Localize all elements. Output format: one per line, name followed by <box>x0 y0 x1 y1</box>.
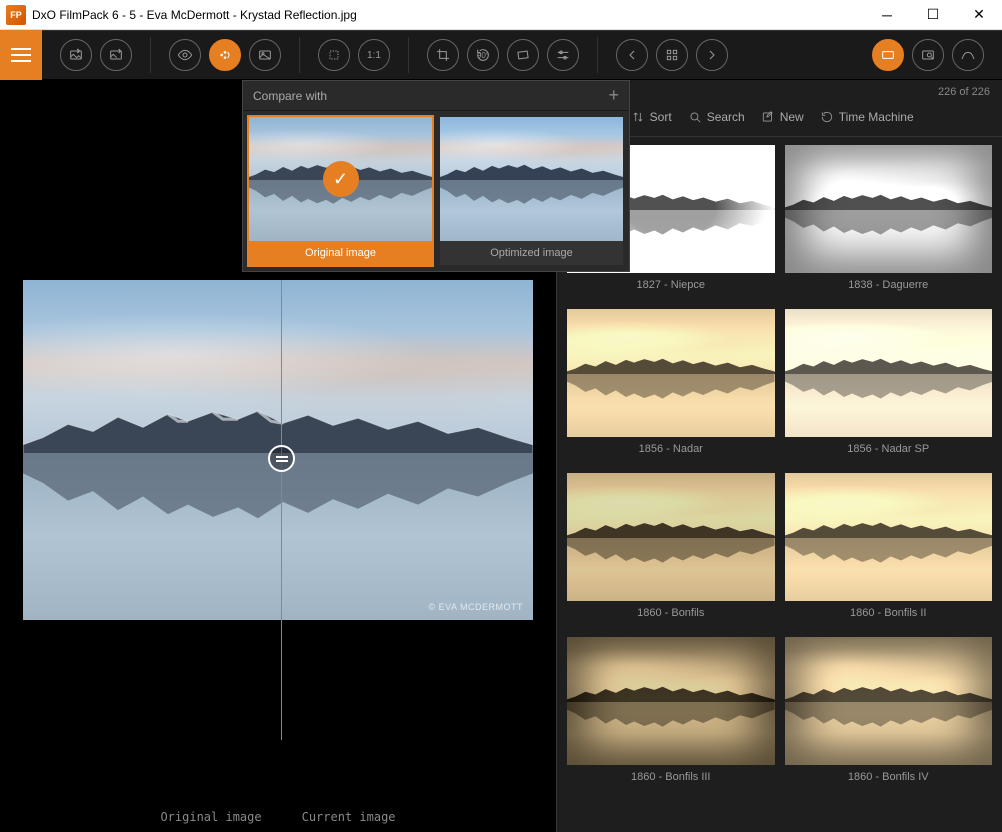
next-button[interactable] <box>696 39 728 71</box>
preset-item[interactable]: 1860 - Bonfils III <box>567 637 775 795</box>
preset-name: 1827 - Niepce <box>567 273 775 303</box>
presets-panel-button[interactable] <box>872 39 904 71</box>
save-image-button[interactable] <box>100 39 132 71</box>
preset-item[interactable]: 1856 - Nadar <box>567 309 775 467</box>
compare-label: Original image <box>249 241 432 265</box>
time-machine-button[interactable]: Time Machine <box>820 110 914 124</box>
preset-item[interactable]: 1860 - Bonfils IV <box>785 637 993 795</box>
compare-button[interactable] <box>209 39 241 71</box>
preset-name: 1860 - Bonfils IV <box>785 765 993 795</box>
check-icon: ✓ <box>323 161 359 197</box>
compare-item-1[interactable]: Optimized image <box>438 115 625 267</box>
preset-item[interactable]: 1838 - Daguerre <box>785 145 993 303</box>
open-image-button[interactable] <box>60 39 92 71</box>
compare-item-0[interactable]: ✓ Original image <box>247 115 434 267</box>
menu-button[interactable] <box>0 30 42 80</box>
zoom-11-button[interactable]: 1:1 <box>358 39 390 71</box>
toolbar: 1:1 90° <box>0 30 1002 80</box>
histogram-button[interactable] <box>952 39 984 71</box>
search-button[interactable]: Search <box>688 110 745 124</box>
preset-item[interactable]: 1860 - Bonfils II <box>785 473 993 631</box>
right-view-label: Current image <box>302 810 396 824</box>
preset-name: 1860 - Bonfils III <box>567 765 775 795</box>
crop-marquee-button[interactable] <box>318 39 350 71</box>
minimize-button[interactable]: ─ <box>864 0 910 30</box>
preset-name: 1860 - Bonfils <box>567 601 775 631</box>
split-divider[interactable] <box>281 280 282 740</box>
sliders-button[interactable] <box>547 39 579 71</box>
left-view-label: Original image <box>160 810 261 824</box>
preset-name: 1860 - Bonfils II <box>785 601 993 631</box>
compare-header-label: Compare with <box>253 89 327 103</box>
preset-name: 1838 - Daguerre <box>785 273 993 303</box>
preset-name: 1856 - Nadar <box>567 437 775 467</box>
preset-item[interactable]: 1856 - Nadar SP <box>785 309 993 467</box>
sort-button[interactable]: Sort <box>631 110 672 124</box>
single-view-button[interactable] <box>249 39 281 71</box>
app-icon: FP <box>6 5 26 25</box>
image-viewer[interactable]: © EVA MCDERMOTT <box>23 280 533 620</box>
maximize-button[interactable]: ☐ <box>910 0 956 30</box>
titlebar: FP DxO FilmPack 6 - 5 - Eva McDermott - … <box>0 0 1002 30</box>
compare-panel: Compare with + ✓ Original image Optimized… <box>242 80 630 272</box>
grid-view-button[interactable] <box>656 39 688 71</box>
prev-button[interactable] <box>616 39 648 71</box>
split-handle-icon[interactable] <box>268 445 295 472</box>
close-button[interactable]: ✕ <box>956 0 1002 30</box>
compare-label: Optimized image <box>440 241 623 265</box>
straighten-button[interactable] <box>507 39 539 71</box>
rotate-button[interactable]: 90° <box>467 39 499 71</box>
viewer-labels: Original image Current image <box>0 802 556 832</box>
preview-button[interactable] <box>169 39 201 71</box>
watermark: © EVA MCDERMOTT <box>429 602 523 612</box>
preset-item[interactable]: 1860 - Bonfils <box>567 473 775 631</box>
loupe-button[interactable] <box>912 39 944 71</box>
window-title: DxO FilmPack 6 - 5 - Eva McDermott - Kry… <box>32 8 864 22</box>
add-compare-button[interactable]: + <box>608 85 619 106</box>
preset-name: 1856 - Nadar SP <box>785 437 993 467</box>
crop-button[interactable] <box>427 39 459 71</box>
new-button[interactable]: New <box>761 110 804 124</box>
